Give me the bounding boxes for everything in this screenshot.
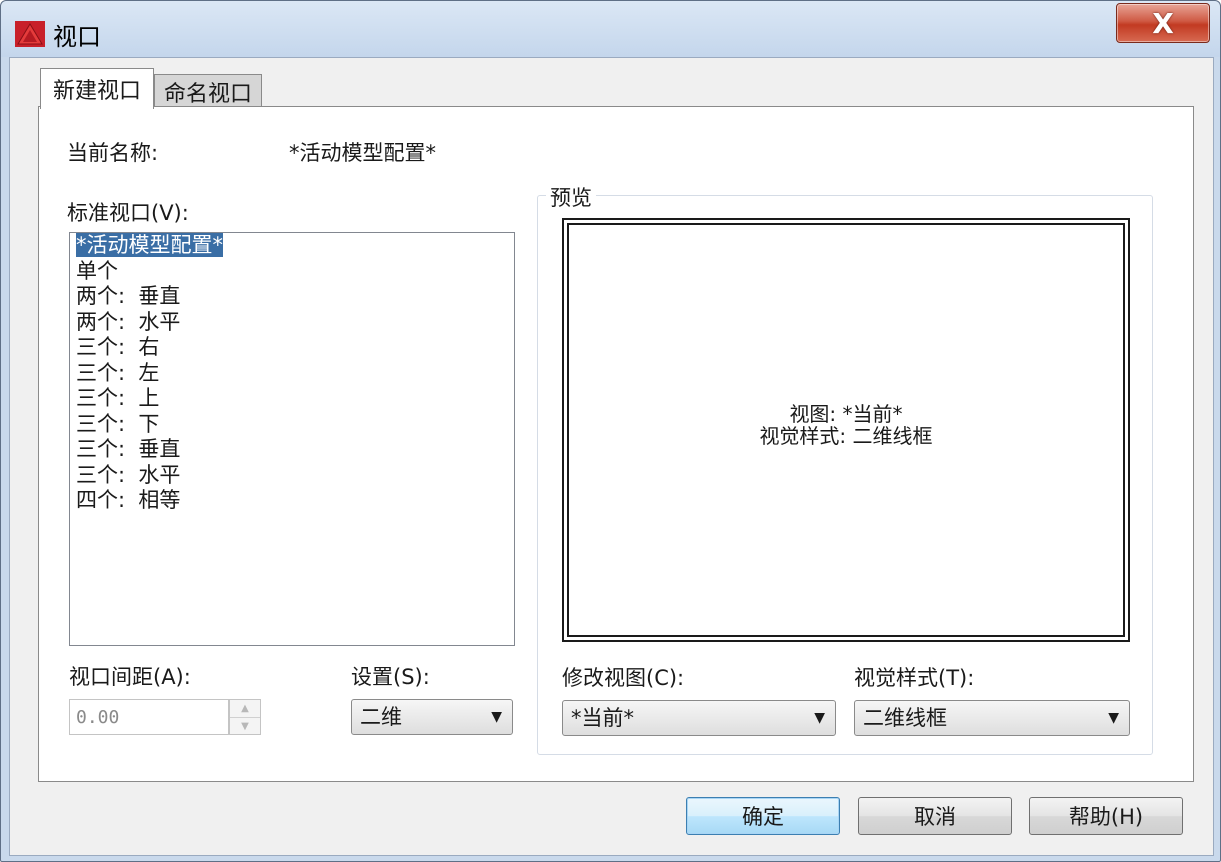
change-view-label: 修改视图(C):	[562, 666, 685, 690]
window-title: 视口	[53, 23, 101, 51]
viewport-spacing-label: 视口间距(A):	[69, 665, 191, 689]
preview-style-text: 视觉样式: 二维线框	[759, 424, 933, 448]
autocad-logo-icon	[15, 21, 45, 47]
list-item[interactable]: 三个: 上	[70, 386, 514, 412]
setup-value: 二维	[360, 705, 402, 729]
dialog-client-area: 新建视口 命名视口 当前名称: *活动模型配置* 标准视口(V): *活动模型配…	[9, 57, 1214, 856]
visual-style-value: 二维线框	[863, 706, 947, 730]
title-bar[interactable]: 视口 X	[1, 1, 1220, 57]
visual-style-select[interactable]: 二维线框 ▼	[854, 700, 1130, 736]
tab-named-viewports[interactable]: 命名视口	[154, 74, 262, 109]
preview-info: 视图: *当前* 视觉样式: 二维线框	[569, 403, 1123, 447]
list-item[interactable]: 三个: 左	[70, 361, 514, 387]
preview-title: 预览	[546, 182, 596, 212]
setup-label: 设置(S):	[351, 665, 430, 689]
list-item[interactable]: 三个: 水平	[70, 463, 514, 489]
change-view-select[interactable]: *当前* ▼	[562, 700, 836, 736]
preview-group: 预览 视图: *当前* 视觉样式: 二维线框 修改视图(C): *当前* ▼ 视…	[537, 182, 1153, 755]
dropdown-arrow-icon: ▼	[814, 710, 825, 726]
visual-style-label: 视觉样式(T):	[854, 666, 975, 690]
preview-area[interactable]: 视图: *当前* 视觉样式: 二维线框	[562, 218, 1130, 642]
help-button[interactable]: 帮助(H)	[1029, 797, 1183, 835]
viewport-dialog: 视口 X 新建视口 命名视口 当前名称: *活动模型配置* 标准视口(V): *…	[0, 0, 1221, 862]
list-item[interactable]: 三个: 右	[70, 335, 514, 361]
list-item[interactable]: 三个: 垂直	[70, 437, 514, 463]
dropdown-arrow-icon: ▼	[491, 709, 502, 725]
preview-viewport-frame: 视图: *当前* 视觉样式: 二维线框	[567, 223, 1125, 637]
spin-down-icon: ▼	[230, 717, 260, 735]
viewport-spacing-input: 0.00	[69, 699, 229, 735]
list-item[interactable]: 两个: 水平	[70, 310, 514, 336]
list-item[interactable]: 两个: 垂直	[70, 284, 514, 310]
tab-new-viewports[interactable]: 新建视口	[40, 68, 154, 109]
list-item[interactable]: 单个	[70, 259, 514, 285]
change-view-value: *当前*	[571, 706, 634, 730]
current-name-value: *活动模型配置*	[289, 141, 436, 165]
viewport-spacing-spinner: ▲ ▼	[229, 699, 261, 735]
list-item[interactable]: *活动模型配置*	[70, 233, 514, 259]
preview-view-text: 视图: *当前*	[789, 402, 903, 426]
close-icon: X	[1152, 6, 1174, 40]
list-item[interactable]: 三个: 下	[70, 412, 514, 438]
cancel-button[interactable]: 取消	[858, 797, 1012, 835]
current-name-label: 当前名称:	[67, 141, 159, 165]
spin-up-icon: ▲	[241, 703, 249, 714]
close-button[interactable]: X	[1116, 3, 1210, 43]
tab-panel: 当前名称: *活动模型配置* 标准视口(V): *活动模型配置* 单个 两个: …	[38, 106, 1194, 782]
list-item[interactable]: 四个: 相等	[70, 488, 514, 514]
standard-viewports-label: 标准视口(V):	[67, 201, 189, 225]
dropdown-arrow-icon: ▼	[1108, 710, 1119, 726]
standard-viewports-list[interactable]: *活动模型配置* 单个 两个: 垂直 两个: 水平 三个: 右 三个: 左 三个…	[69, 232, 515, 646]
setup-select[interactable]: 二维 ▼	[351, 699, 513, 735]
ok-button[interactable]: 确定	[686, 797, 840, 835]
